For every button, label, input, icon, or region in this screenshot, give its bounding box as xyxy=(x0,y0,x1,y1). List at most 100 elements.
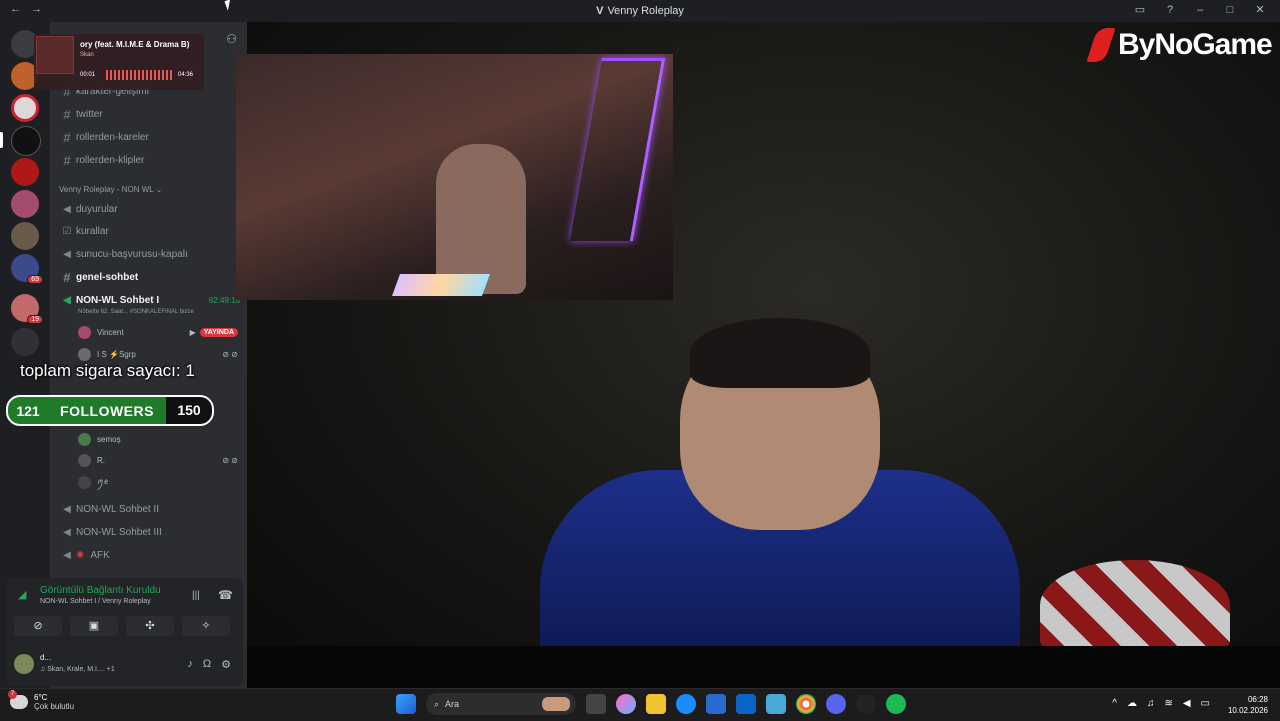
soundboard-button[interactable]: ✧ xyxy=(182,616,230,636)
afk-icon: ✺ xyxy=(76,549,85,561)
file-explorer-icon[interactable] xyxy=(646,694,666,714)
disconnect-icon[interactable]: ☎ xyxy=(218,588,233,602)
server-icon[interactable] xyxy=(11,294,43,324)
camera-icon: ▶ xyxy=(189,327,196,337)
venny-server-icon[interactable] xyxy=(11,126,41,156)
activities-button[interactable]: ✣ xyxy=(126,616,174,636)
avatar xyxy=(78,453,91,467)
music-player[interactable]: ory (feat. M.I.M.E & Drama B) Skan 00:01… xyxy=(34,34,204,90)
channel-item[interactable]: # rollerden-klipler xyxy=(58,151,144,169)
taskbar-clock[interactable]: 06:28 10.02.2026 xyxy=(1228,694,1268,716)
edge-icon[interactable] xyxy=(676,694,696,714)
voice-channel[interactable]: ◀ NON-WL Sohbet III xyxy=(58,523,162,541)
minimize-icon[interactable]: – xyxy=(1192,4,1208,16)
taskbar-search[interactable]: ⌕ Ara xyxy=(426,693,576,715)
maximize-icon[interactable]: □ xyxy=(1222,4,1238,16)
avatar[interactable] xyxy=(14,654,34,674)
elapsed-time: 00:01 xyxy=(80,72,96,78)
rules-icon: ☑ xyxy=(62,225,72,237)
voice-user[interactable]: semoş xyxy=(78,431,238,447)
channel-item[interactable]: ☑ kurallar xyxy=(58,222,109,240)
voice-user[interactable]: ꪑꫀ xyxy=(78,474,238,490)
username: d... xyxy=(40,653,52,662)
category-label: Venny Roleplay - NON WL xyxy=(59,185,154,194)
wifi-icon[interactable]: ≋ xyxy=(1164,698,1172,709)
chevron-up-icon[interactable]: ^ xyxy=(1112,698,1117,709)
hash-icon: # xyxy=(63,152,71,168)
user-panel: d... ♫ Skan, Krale, M.I.... +1 ♪ Ω ⚙ xyxy=(12,650,237,680)
mic-icon[interactable]: ♫ xyxy=(1147,698,1155,709)
voice-user[interactable]: Vincent ▶ YAYINDA xyxy=(78,324,238,340)
announce-icon: ◀ xyxy=(63,248,71,260)
voice-user[interactable]: R. ⊘ ⊘ xyxy=(78,452,238,468)
user-activity: ♫ Skan, Krale, M.I.... +1 xyxy=(40,666,115,673)
voice-user-name: Vincent xyxy=(97,327,124,337)
inbox-icon[interactable]: ▭ xyxy=(1132,3,1148,16)
noise-suppression-icon[interactable]: ||| xyxy=(192,590,200,601)
channel-label: kurallar xyxy=(76,225,109,237)
song-title: ory (feat. M.I.M.E & Drama B) xyxy=(80,40,190,49)
volume-icon[interactable]: ◀ xyxy=(1183,698,1191,709)
windows-start-icon[interactable] xyxy=(396,694,416,714)
server-icon[interactable] xyxy=(11,94,39,122)
voice-channel-active[interactable]: ◀ NON-WL Sohbet I 62:49:16 xyxy=(58,291,240,309)
hash-icon: # xyxy=(63,269,71,285)
voice-user-name: R. xyxy=(97,455,105,465)
voice-user[interactable]: I S ⚡Sgrp ⊘ ⊘ xyxy=(78,346,238,362)
camera-off-button[interactable]: ⊘ xyxy=(14,616,62,636)
task-view-icon[interactable] xyxy=(586,694,606,714)
search-icon: ⌕ xyxy=(434,698,440,709)
voice-user-name: semoş xyxy=(97,434,121,444)
channel-item[interactable]: # twitter xyxy=(58,105,103,123)
channel-item[interactable]: ◀ duyurular xyxy=(58,200,118,218)
screen-share-button[interactable]: ▣ xyxy=(70,616,118,636)
store-icon[interactable] xyxy=(706,694,726,714)
discord-icon[interactable] xyxy=(826,694,846,714)
add-server-icon[interactable] xyxy=(11,328,39,356)
chrome-icon[interactable] xyxy=(796,694,816,714)
avatar xyxy=(78,475,91,489)
voice-connection-status[interactable]: Görüntülü Bağlantı Kuruldu xyxy=(40,585,161,596)
battery-icon[interactable]: ▭ xyxy=(1201,698,1210,709)
channel-label: rollerden-kareler xyxy=(76,131,149,143)
channel-label: twitter xyxy=(76,108,103,120)
network-icon[interactable]: ☁ xyxy=(1127,698,1137,709)
help-icon[interactable]: ? xyxy=(1162,4,1178,16)
followers-goal-bar: 121 FOLLOWERS 150 xyxy=(6,395,214,426)
muted-icon: ⊘ ⊘ xyxy=(222,349,238,359)
voice-channel[interactable]: ◀ ✺ AFK xyxy=(58,546,110,564)
channel-item[interactable]: ◀ sunucu-başvurusu-kapalı xyxy=(58,245,188,263)
clock-time: 06:28 xyxy=(1247,695,1268,704)
gear-icon[interactable]: ⚙ xyxy=(221,658,231,671)
speaker-icon: ◀ xyxy=(63,549,71,561)
obs-icon[interactable] xyxy=(856,694,876,714)
weather-widget[interactable]: 7 6°C Çok bulutlu xyxy=(8,690,74,711)
channel-item[interactable]: # rollerden-kareler xyxy=(58,128,149,146)
channel-label: sunucu-başvurusu-kapalı xyxy=(76,248,188,260)
microphone-icon[interactable]: ♪ xyxy=(187,658,193,671)
headphones-icon[interactable]: Ω xyxy=(203,658,211,671)
waveform xyxy=(106,70,174,80)
close-icon[interactable]: ✕ xyxy=(1252,3,1268,16)
category-header[interactable]: Venny Roleplay - NON WL ⌄ xyxy=(59,185,162,194)
copilot-icon[interactable] xyxy=(616,694,636,714)
server-icon[interactable] xyxy=(11,158,39,186)
speaker-icon: ◀ xyxy=(63,526,71,538)
soundboard-icon: ✧ xyxy=(201,620,211,632)
screen-share-icon: ▣ xyxy=(88,620,100,632)
search-highlight-image xyxy=(542,697,570,711)
title-bar: ← → V Venny Roleplay ▭ ? – □ ✕ xyxy=(0,0,1280,22)
server-icon[interactable] xyxy=(11,222,39,250)
server-icon[interactable] xyxy=(11,254,43,284)
muted-icon: ⊘ ⊘ xyxy=(222,455,238,465)
voice-channel[interactable]: ◀ NON-WL Sohbet II xyxy=(58,500,159,518)
outlook-icon[interactable] xyxy=(736,694,756,714)
add-friend-icon[interactable]: ⚇ xyxy=(226,32,237,46)
server-icon[interactable] xyxy=(11,190,39,218)
album-art xyxy=(36,36,74,74)
neon-light xyxy=(569,58,666,241)
app-icon[interactable] xyxy=(766,694,786,714)
smoke-counter-overlay: toplam sigara sayacı: 1 xyxy=(20,361,195,380)
channel-item[interactable]: # genel-sohbet xyxy=(58,268,138,286)
spotify-icon[interactable] xyxy=(886,694,906,714)
